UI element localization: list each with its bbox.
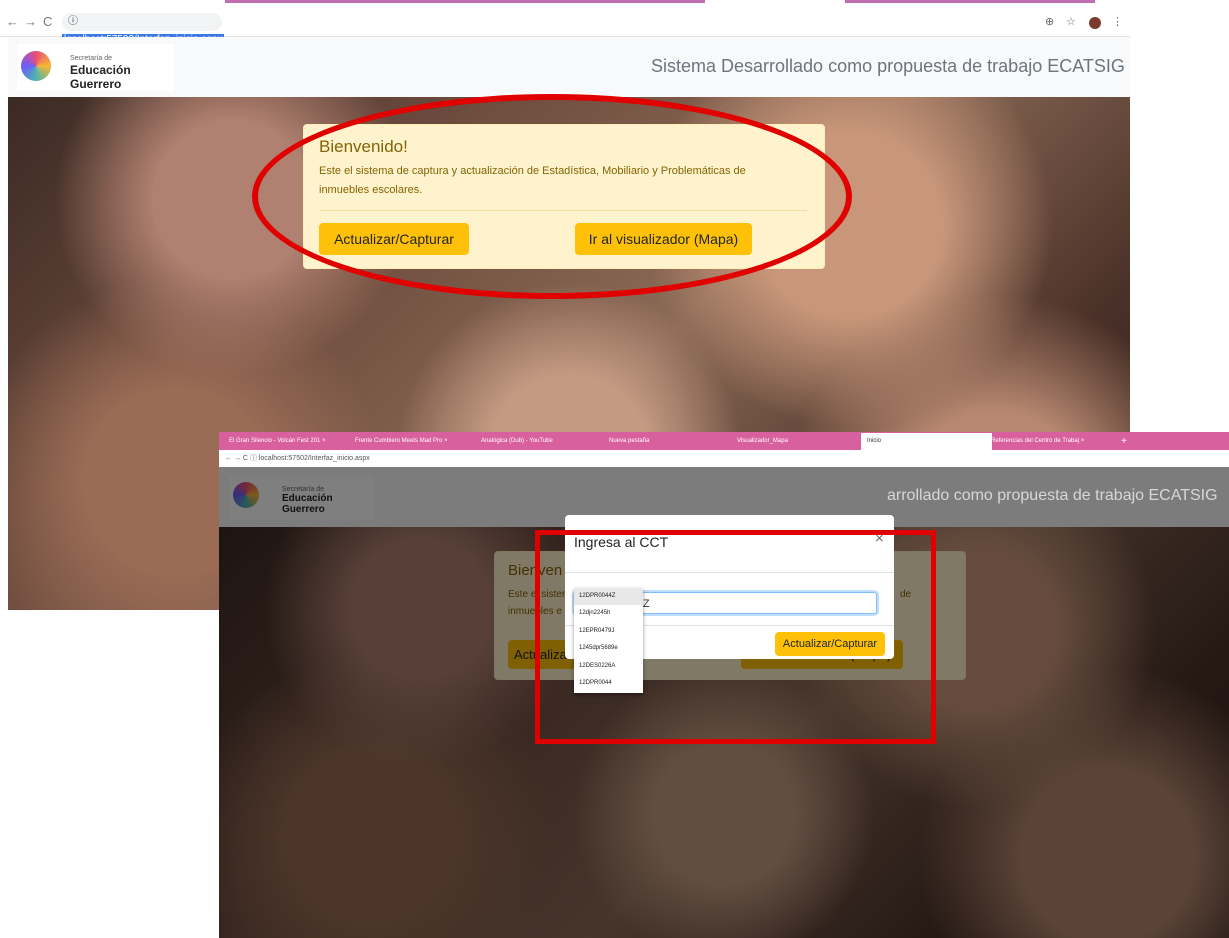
- annotation-rectangle: [535, 530, 936, 744]
- navbar-title: Sistema Desarrollado como propuesta de t…: [651, 56, 1125, 76]
- logo-big-text: Educación Guerrero: [70, 63, 131, 91]
- back-arrow-icon[interactable]: ←: [6, 14, 19, 29]
- tab-4[interactable]: Nueva pestaña: [609, 433, 729, 450]
- tab-label: Visualizador_Mapa: [737, 438, 788, 444]
- zoom-icon[interactable]: ⊕: [1045, 15, 1054, 28]
- star-icon[interactable]: ☆: [1066, 15, 1076, 28]
- tab-label: Analógica (Dub) - YouTube: [481, 438, 553, 444]
- url-text-2[interactable]: localhost:57502/Interfaz_inicio.aspx: [259, 455, 370, 462]
- url-field[interactable]: ⓘ localhost:57502/Interfaz_inicio.aspx: [62, 13, 225, 45]
- tab-strip-edge: [225, 0, 705, 3]
- logo[interactable]: Secretaría de Educación Guerrero: [17, 44, 174, 91]
- nav-icons[interactable]: ← → C ⓘ: [219, 455, 257, 462]
- address-bar-2: ← → C ⓘ localhost:57502/Interfaz_inicio.…: [219, 450, 1229, 467]
- tab-label: Inicio: [867, 438, 882, 444]
- tab-label: Referencias del Centro de Trabaj: [991, 438, 1080, 444]
- tab-strip-edge-right: [845, 0, 1095, 3]
- forward-arrow-icon[interactable]: →: [24, 14, 37, 29]
- tab-3[interactable]: Analógica (Dub) - YouTube: [481, 433, 601, 450]
- tab-1[interactable]: El Gran Silencio - Volcán Fest 201 ×: [229, 433, 349, 450]
- logo-small-text: Secretaría de: [70, 55, 113, 62]
- tab-6-active[interactable]: Inicio: [861, 433, 992, 450]
- tab-2[interactable]: Frente Cumbiero Meets Mad Pro ×: [355, 433, 475, 450]
- tab-label: Frente Cumbiero Meets Mad Pro: [355, 438, 443, 444]
- seal-icon: [21, 51, 51, 81]
- tab-label: El Gran Silencio - Volcán Fest 201: [229, 438, 321, 444]
- tab-label: Nueva pestaña: [609, 438, 650, 444]
- annotation-ellipse: [252, 94, 852, 299]
- tab-5[interactable]: Visualizador_Mapa: [737, 433, 857, 450]
- profile-avatar[interactable]: [1089, 17, 1101, 29]
- navbar-title-2: arrollado como propuesta de trabajo ECAT…: [887, 487, 1218, 504]
- reload-icon[interactable]: C: [43, 14, 52, 29]
- menu-icon[interactable]: ⋮: [1112, 15, 1123, 28]
- tab-7[interactable]: Referencias del Centro de Trabaj ×: [991, 433, 1116, 450]
- new-tab-icon[interactable]: +: [1121, 433, 1133, 450]
- info-icon: ⓘ: [68, 16, 78, 27]
